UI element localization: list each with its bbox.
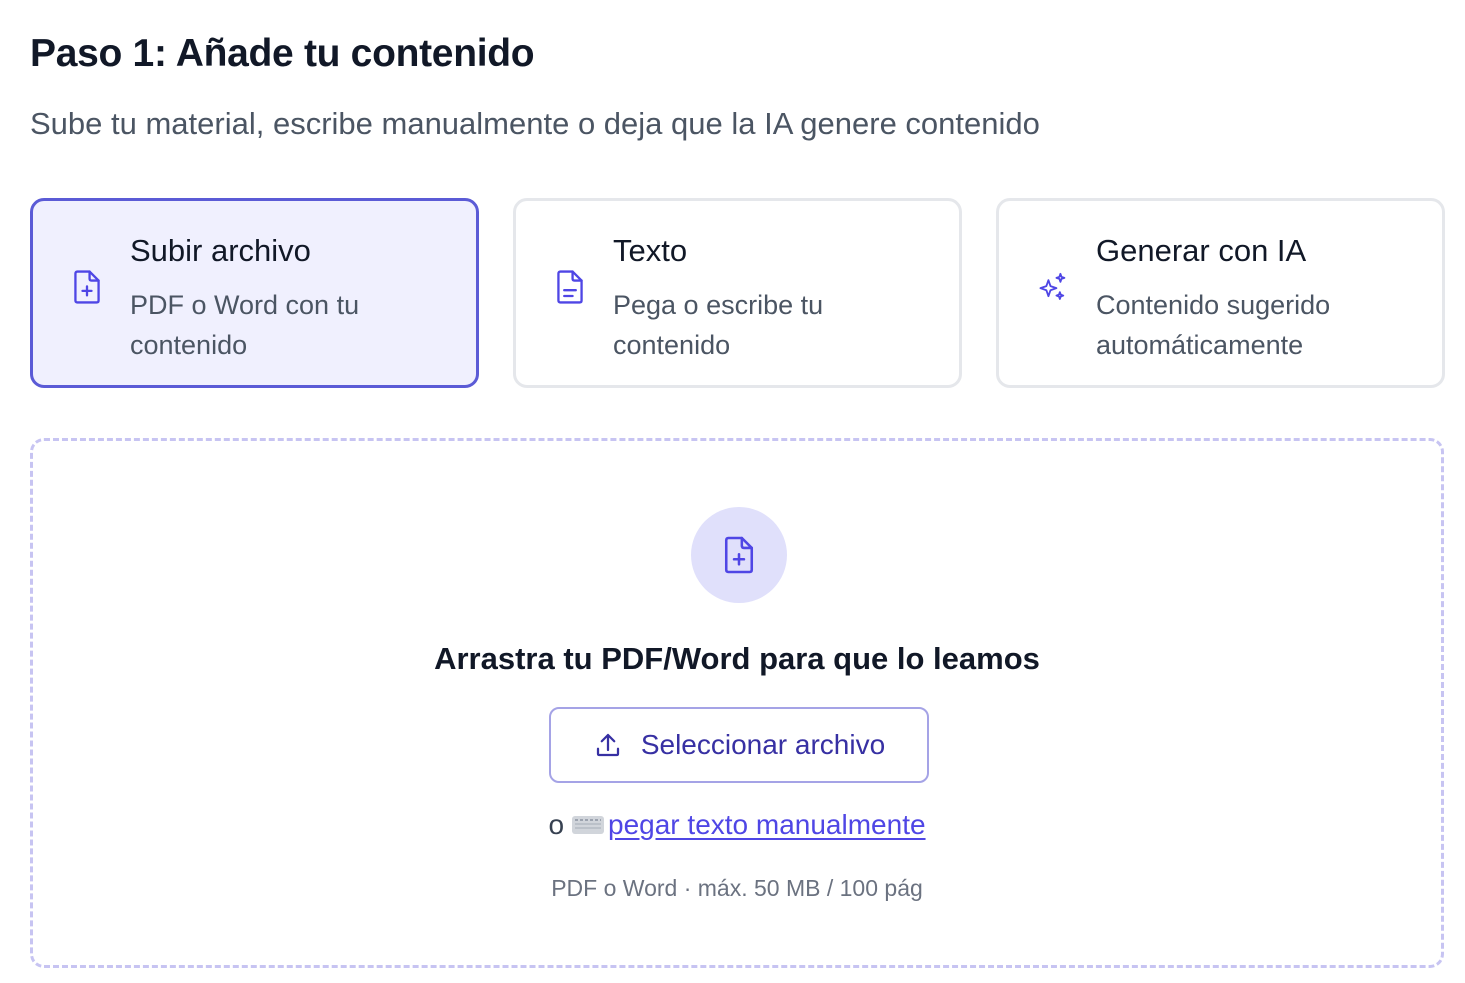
file-limits-hint: PDF o Word · máx. 50 MB / 100 pág xyxy=(551,875,923,901)
dropzone-icon-circle xyxy=(691,507,787,603)
alt-prefix: o xyxy=(548,809,565,840)
file-plus-icon xyxy=(724,536,754,574)
option-text[interactable]: Texto Pega o escribe tu contenido xyxy=(513,198,962,388)
option-title: Subir archivo xyxy=(130,233,311,268)
option-description: Contenido sugerido automáticamente xyxy=(1096,290,1331,360)
option-title: Generar con IA xyxy=(1096,233,1307,268)
file-text-icon xyxy=(554,269,586,305)
page-title: Paso 1: Añade tu contenido xyxy=(30,32,535,75)
option-generate-ai[interactable]: Generar con IA Contenido sugerido automá… xyxy=(996,198,1445,388)
sparkles-icon xyxy=(1037,269,1069,305)
keyboard-icon xyxy=(572,815,605,834)
upload-icon xyxy=(596,733,619,757)
select-file-label: Seleccionar archivo xyxy=(640,729,886,760)
option-description: PDF o Word con tu contenido xyxy=(130,290,360,360)
manual-paste-line: o pegar texto manualmente xyxy=(33,809,1441,841)
file-plus-icon xyxy=(71,269,103,305)
content-source-options: Subir archivo PDF o Word con tu contenid… xyxy=(30,198,1445,388)
paste-text-manually-link[interactable]: pegar texto manualmente xyxy=(608,809,926,840)
option-upload-file[interactable]: Subir archivo PDF o Word con tu contenid… xyxy=(30,198,479,388)
dropzone-heading: Arrastra tu PDF/Word para que lo leamos xyxy=(434,641,1040,676)
select-file-button[interactable]: Seleccionar archivo xyxy=(549,707,929,783)
option-title: Texto xyxy=(613,233,688,268)
option-description: Pega o escribe tu contenido xyxy=(613,290,824,360)
page-subtitle: Sube tu material, escribe manualmente o … xyxy=(30,106,1040,141)
file-dropzone[interactable]: Arrastra tu PDF/Word para que lo leamos … xyxy=(30,438,1444,968)
